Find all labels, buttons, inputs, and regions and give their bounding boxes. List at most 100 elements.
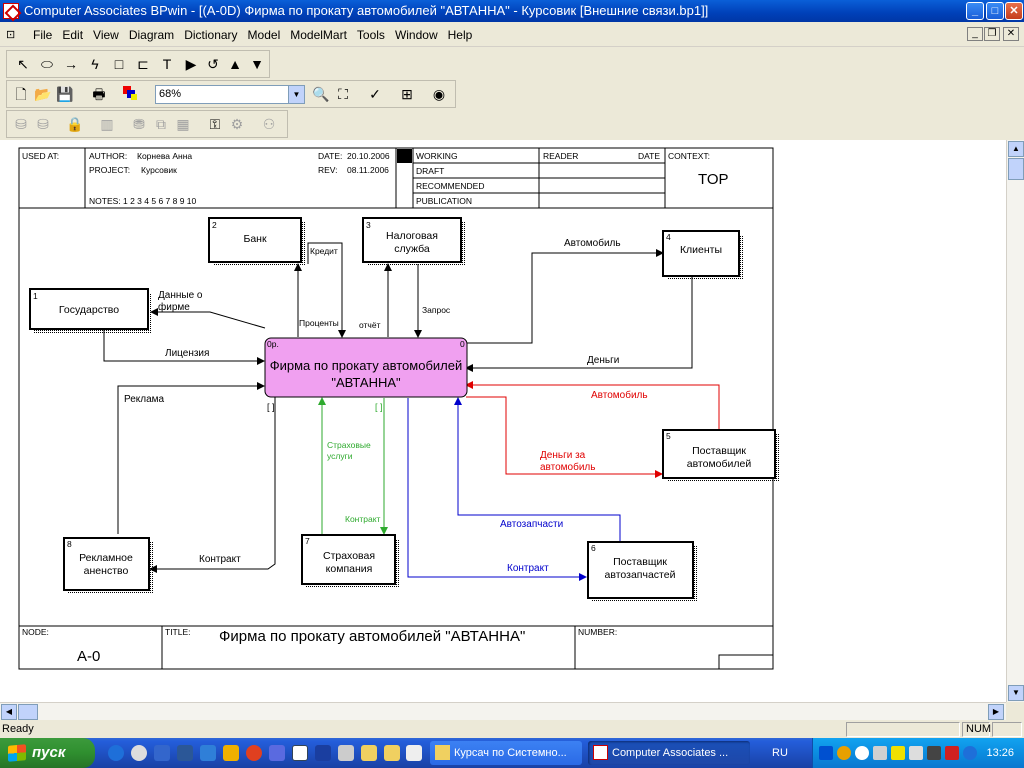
tray-icon-8[interactable] [945,746,959,760]
mm-users-icon[interactable]: ⚇ [259,114,279,134]
tray-icon-6[interactable] [909,746,923,760]
menu-diagram[interactable]: Diagram [124,28,179,42]
arrow-company-data[interactable] [150,308,266,329]
entity-tax-service[interactable]: 3 Налоговая служба [362,217,465,266]
scroll-up-icon[interactable]: ▲ [1008,141,1024,157]
mm-options-icon[interactable]: ⚙ [227,114,247,134]
globe-icon[interactable]: ◉ [429,84,449,104]
go-to-child-tool-icon[interactable]: ▶ [181,54,201,74]
zoom-fit-icon[interactable]: ⛶ [333,84,353,104]
app-icon-8[interactable] [269,745,285,761]
squiggle-tool-icon[interactable]: ϟ [85,54,105,74]
horizontal-scrollbar[interactable]: ◀ ▶ [0,702,1006,720]
clock-app-icon[interactable] [223,745,239,761]
menu-view[interactable]: View [88,28,124,42]
go-down-tool-icon[interactable]: ▼ [247,54,267,74]
scroll-down-icon[interactable]: ▼ [1008,685,1024,701]
app-icon-11[interactable] [338,745,354,761]
box-tool-icon[interactable]: □ [109,54,129,74]
arrow-tool-icon[interactable]: → [61,54,81,74]
app-icon-14[interactable] [406,745,422,761]
mm-save-icon[interactable]: ⛃ [129,114,149,134]
idef0-diagram[interactable]: USED AT: AUTHOR: Корнева Анна PROJECT: К… [0,140,1006,702]
arrow-car-to-clients[interactable] [466,249,664,344]
vertical-scrollbar[interactable]: ▲ ▼ [1006,140,1024,702]
tray-icon-4[interactable] [873,746,887,760]
entity-insurance-company[interactable]: 7 Страховая компания [301,534,399,588]
menu-dictionary[interactable]: Dictionary [179,28,242,42]
arrow-advertising[interactable] [117,382,265,534]
ellipse-tool-icon[interactable]: ⬭ [37,54,57,74]
new-file-icon[interactable]: 🗋 [11,84,31,104]
scroll-right-icon[interactable]: ▶ [988,704,1004,720]
document-menu-icon[interactable]: ⊡ [6,28,22,41]
arrow-contract-ad[interactable] [149,396,276,573]
mm-merge-icon[interactable]: ▦ [173,114,193,134]
start-button[interactable]: пуск [0,738,95,768]
arrow-money-from-clients[interactable] [465,274,693,372]
go-to-parent-tool-icon[interactable]: ▲ [225,54,245,74]
menu-help[interactable]: Help [443,28,478,42]
arrow-contract-parts[interactable] [407,398,587,581]
language-indicator[interactable]: RU [760,738,800,768]
entity-ad-agency[interactable]: 8 Рекламное аненство [63,537,153,594]
minimize-button[interactable]: _ [966,2,984,20]
tray-icon-1[interactable] [819,746,833,760]
entity-state[interactable]: 1 Государство [29,288,152,333]
color-palette-icon[interactable] [121,84,141,104]
data-store-tool-icon[interactable]: ⊏ [133,54,153,74]
task-button-bpwin[interactable]: Computer Associates ... [588,741,750,765]
entity-bank[interactable]: 2 Банк [208,217,305,266]
spell-check-icon[interactable]: ✓ [365,84,385,104]
tray-icon-2[interactable] [837,746,851,760]
menu-window[interactable]: Window [390,28,443,42]
lock-icon[interactable]: 🔒 [65,114,85,134]
maximize-button[interactable]: □ [986,2,1004,20]
menu-modelmart[interactable]: ModelMart [285,28,352,42]
internet-explorer-icon[interactable] [108,745,124,761]
document-icon[interactable] [292,745,308,761]
mail-icon[interactable] [246,745,262,761]
entity-clients[interactable]: 4 Клиенты [662,230,743,280]
scroll-left-icon[interactable]: ◀ [1,704,17,720]
mm-security-icon[interactable]: ⚿ [205,114,225,134]
text-tool-icon[interactable]: T [157,54,177,74]
diagram-footer[interactable]: NODE: A-0 TITLE: Фирма по прокату автомо… [19,625,774,670]
app-icon-5[interactable] [200,745,216,761]
media-player-icon[interactable] [131,745,147,761]
print-icon[interactable]: 🖶 [89,84,109,104]
main-process-box[interactable]: 0р. 0 Фирма по прокату автомобилей "АВТА… [264,337,468,398]
menu-tools[interactable]: Tools [352,28,390,42]
menu-edit[interactable]: Edit [57,28,88,42]
go-to-sibling-tool-icon[interactable]: ↺ [203,54,223,74]
mdi-restore-button[interactable]: ❐ [984,27,1000,41]
app-icon[interactable] [3,3,19,19]
app-icon-10[interactable] [315,745,331,761]
zoom-icon[interactable]: 🔍 [311,84,331,104]
tray-icon-9[interactable] [963,746,977,760]
chevron-down-icon[interactable]: ▼ [288,86,304,103]
zoom-select[interactable]: 68% ▼ [155,85,305,104]
save-icon[interactable]: 💾 [55,84,75,104]
pointer-tool-icon[interactable]: ↖ [13,54,33,74]
vertical-scroll-thumb[interactable] [1008,158,1024,180]
mm-library-icon[interactable]: ▥ [97,114,117,134]
menu-file[interactable]: File [28,28,57,42]
diagram-header[interactable]: USED AT: AUTHOR: Корнева Анна PROJECT: К… [19,148,773,209]
close-button[interactable]: ✕ [1005,2,1023,20]
horizontal-scroll-thumb[interactable] [18,704,38,720]
mdi-close-button[interactable]: ✕ [1003,27,1019,41]
task-button-coursework[interactable]: Курсач по Системно... [430,741,582,765]
tray-icon-7[interactable] [927,746,941,760]
open-folder-icon[interactable]: 📂 [33,84,53,104]
mm-compare-icon[interactable]: ⧉ [151,114,171,134]
folder-icon[interactable] [361,745,377,761]
mm-connect-icon[interactable]: ⛁ [11,114,31,134]
entity-car-supplier[interactable]: 5 Поставщик автомобилей [662,429,779,482]
entity-parts-supplier[interactable]: 6 Поставщик автозапчастей [587,541,697,602]
mdi-minimize-button[interactable]: _ [967,27,983,41]
model-explorer-icon[interactable]: ⊞ [397,84,417,104]
mm-disconnect-icon[interactable]: ⛁ [33,114,53,134]
tray-icon-5[interactable] [891,746,905,760]
word-icon[interactable] [177,745,193,761]
